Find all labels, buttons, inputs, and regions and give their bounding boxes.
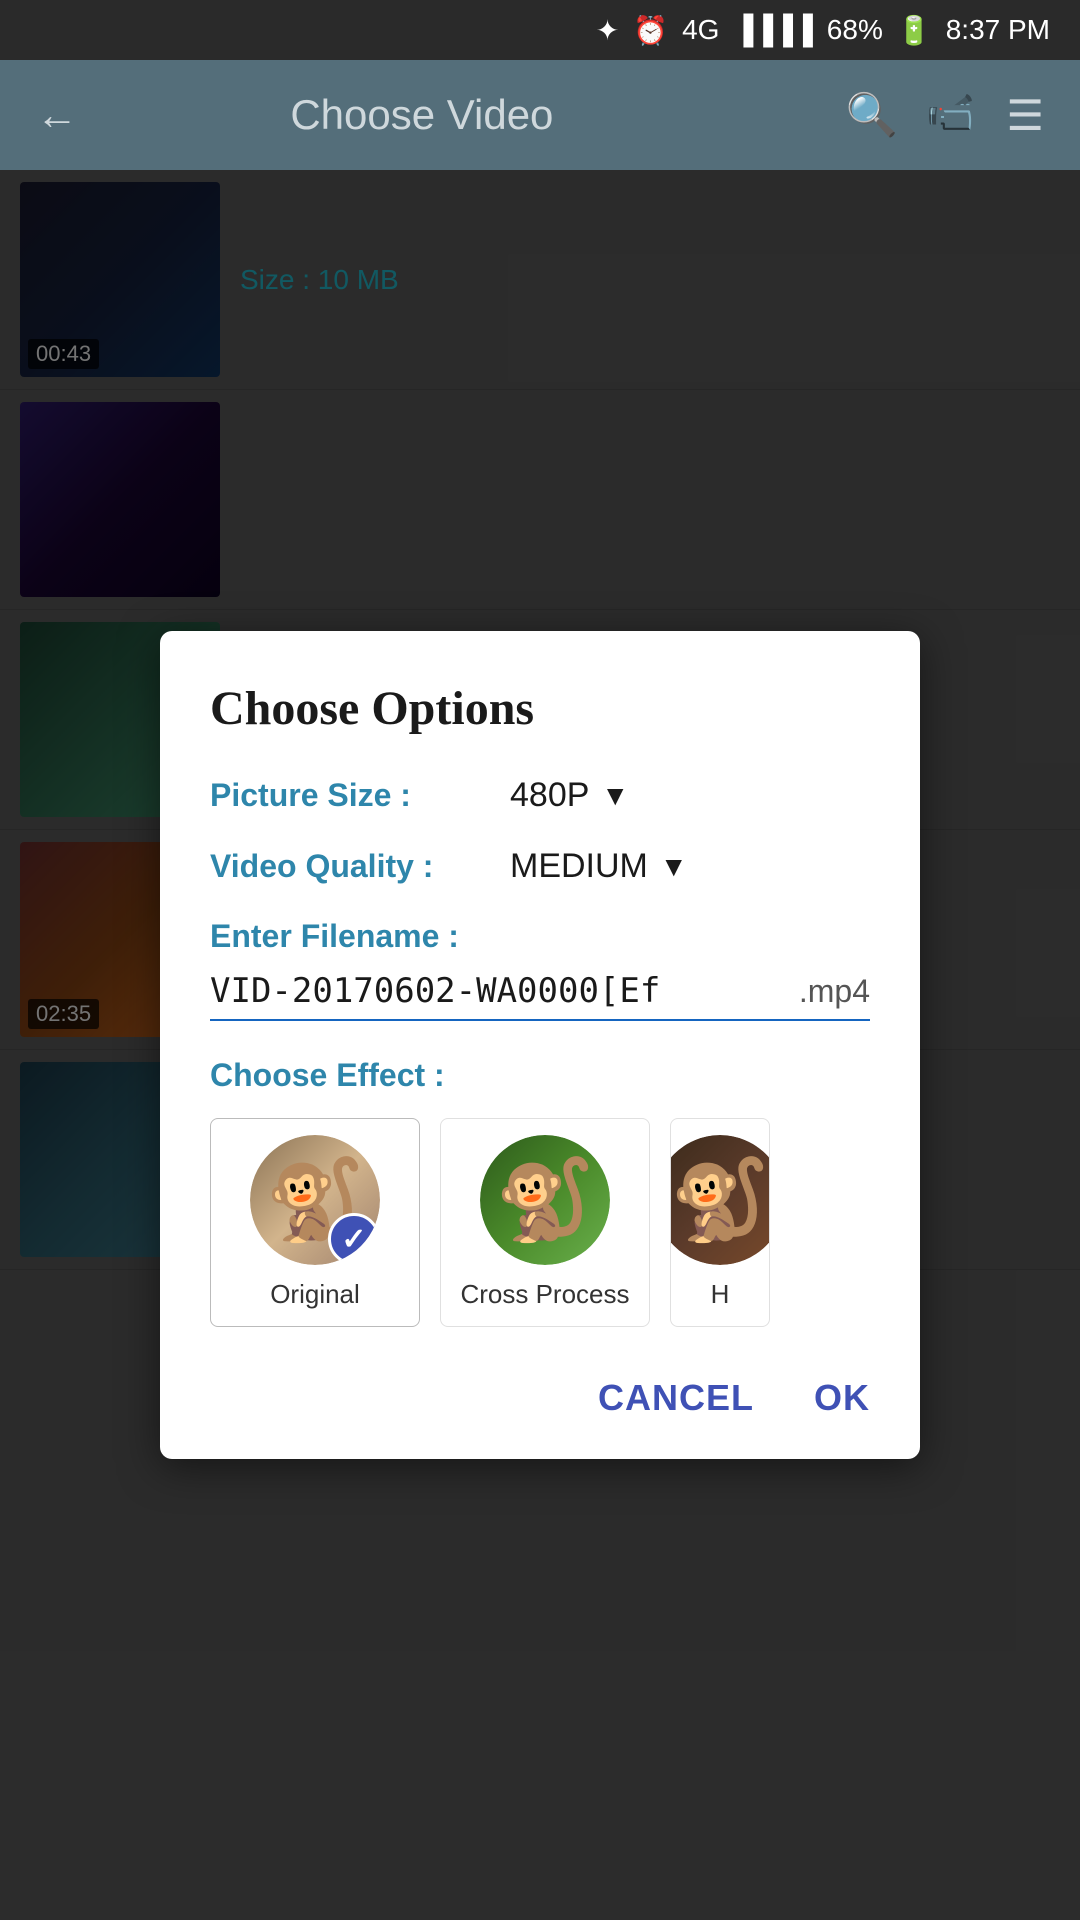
back-button[interactable]: ← — [36, 91, 78, 139]
battery-icon: 🔋 — [897, 14, 932, 47]
background-video-list: 00:43 Size : 10 MB 02:35 Size : 9 MB — [0, 170, 1080, 1920]
effect-item-original[interactable]: 🐒 ✓ Original — [210, 1118, 420, 1327]
status-bar: ✦ ⏰ 4G ▐▐▐▐ 68% 🔋 8:37 PM — [0, 0, 1080, 60]
search-button[interactable]: 🔍 — [846, 91, 898, 140]
effect-label: Choose Effect : — [210, 1057, 870, 1094]
options-dialog: Choose Options Picture Size : 480P ▼ Vid… — [160, 631, 920, 1459]
effect-image-h: 🐒 — [670, 1135, 770, 1265]
signal-label: 4G — [682, 14, 719, 46]
selected-check-icon: ✓ — [328, 1213, 380, 1265]
picture-size-row: Picture Size : 480P ▼ — [210, 776, 870, 815]
video-camera-button[interactable]: 📹 — [926, 91, 978, 140]
filename-input[interactable] — [210, 971, 789, 1011]
page-title: Choose Video — [106, 91, 738, 139]
dialog-title: Choose Options — [210, 681, 870, 736]
effect-item-h[interactable]: 🐒 H — [670, 1118, 770, 1327]
effect-image-cross-process: 🐒 — [480, 1135, 610, 1265]
video-quality-label: Video Quality : — [210, 848, 510, 885]
filename-label: Enter Filename : — [210, 918, 870, 955]
effect-name-h: H — [711, 1279, 730, 1310]
modal-overlay: Choose Options Picture Size : 480P ▼ Vid… — [0, 170, 1080, 1920]
battery-label: 68% — [827, 14, 883, 46]
effect-item-cross-process[interactable]: 🐒 Cross Process — [440, 1118, 650, 1327]
video-quality-select[interactable]: MEDIUM ▼ — [510, 847, 688, 886]
filename-row: .mp4 — [210, 971, 870, 1021]
bluetooth-icon: ✦ — [596, 14, 619, 47]
alarm-icon: ⏰ — [633, 14, 668, 47]
picture-size-select[interactable]: 480P ▼ — [510, 776, 629, 815]
time-label: 8:37 PM — [946, 14, 1050, 46]
effect-thumbnail-cross-process: 🐒 — [480, 1135, 610, 1265]
effect-name-cross-process: Cross Process — [460, 1279, 629, 1310]
filename-extension: .mp4 — [799, 973, 870, 1010]
video-quality-dropdown-arrow: ▼ — [660, 851, 688, 883]
sort-button[interactable]: ☰ — [1006, 91, 1044, 140]
video-quality-row: Video Quality : MEDIUM ▼ — [210, 847, 870, 886]
picture-size-value: 480P — [510, 776, 589, 815]
picture-size-label: Picture Size : — [210, 777, 510, 814]
effect-name-original: Original — [270, 1279, 360, 1310]
effect-thumbnail-h: 🐒 — [670, 1135, 770, 1265]
effect-thumbnail-original: 🐒 ✓ — [250, 1135, 380, 1265]
app-bar: ← Choose Video 🔍 📹 ☰ — [0, 60, 1080, 170]
ok-button[interactable]: OK — [814, 1377, 870, 1419]
video-quality-value: MEDIUM — [510, 847, 648, 886]
signal-bars-icon: ▐▐▐▐ — [733, 14, 812, 46]
dialog-actions: CANCEL OK — [210, 1367, 870, 1419]
cancel-button[interactable]: CANCEL — [598, 1377, 754, 1419]
effects-list: 🐒 ✓ Original 🐒 Cross Process 🐒 — [210, 1118, 870, 1327]
picture-size-dropdown-arrow: ▼ — [601, 780, 629, 812]
status-icons: ✦ ⏰ 4G ▐▐▐▐ 68% 🔋 8:37 PM — [596, 14, 1050, 47]
